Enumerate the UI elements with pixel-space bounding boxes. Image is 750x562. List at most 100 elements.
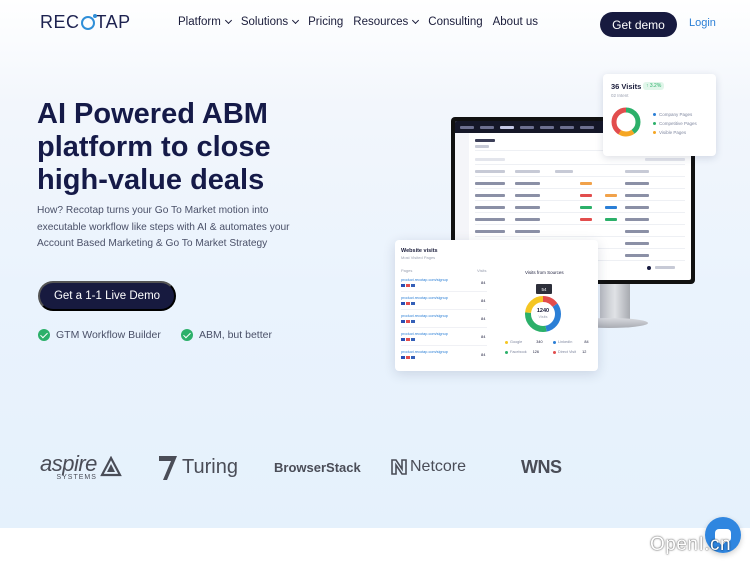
website-visits-title: Website visits: [401, 248, 438, 254]
legend-value: 340: [536, 340, 543, 344]
feature-gtm: GTM Workflow Builder: [38, 329, 161, 341]
flag-icons: [401, 302, 415, 305]
turing-seven-icon: [159, 456, 177, 480]
headline-line-2: platform to close: [37, 131, 271, 163]
page-visits: 84: [481, 352, 486, 357]
nav-item-pricing[interactable]: Pricing: [308, 16, 343, 28]
browserstack-logo: BrowserStack: [274, 450, 361, 484]
visits-donut: [611, 107, 641, 137]
legend-google: Google 340: [505, 340, 543, 344]
netcore-logo: Netcore: [390, 450, 466, 484]
nav-label: Platform: [178, 16, 221, 28]
table-row: product.recotap.com/signup 84: [401, 293, 487, 310]
feature-label: GTM Workflow Builder: [56, 329, 161, 341]
legend-facebook: Facebook 126: [505, 350, 539, 354]
legend-label: Direct Visit: [558, 350, 577, 354]
aspire-systems-logo: aspire SYSTEMS: [40, 450, 122, 484]
legend-linkedin: LinkedIn 84: [553, 340, 589, 344]
screen-row: [475, 191, 685, 201]
nav-label: Resources: [353, 16, 409, 28]
feature-abm: ABM, but better: [181, 329, 272, 341]
legend-company-pages: Company Pages: [653, 112, 692, 117]
netcore-wordmark: Netcore: [410, 458, 467, 475]
flag-icons: [401, 356, 415, 359]
legend-label: Google: [510, 340, 523, 344]
aspire-triangle-icon: [100, 456, 122, 477]
website-visits-sub: Most Visited Pages: [401, 255, 436, 260]
sources-donut: [525, 296, 561, 332]
legend-value: 12: [582, 350, 587, 354]
legend-direct-visit: Direct Visit 12: [553, 350, 586, 354]
logo-text-left: REC: [40, 12, 80, 32]
page-visits: 84: [481, 316, 486, 321]
description-line-2: executable workflow like steps with AI &…: [37, 221, 290, 233]
screen-row: [475, 167, 685, 177]
legend-label: Competitive Pages: [659, 121, 697, 126]
hero-headline: AI Powered ABM platform to close high-va…: [37, 98, 337, 197]
col-pages: Pages: [401, 268, 413, 273]
headline-line-3: high-value deals: [37, 164, 265, 196]
login-link[interactable]: Login: [689, 17, 716, 29]
legend-label: Company Pages: [659, 112, 693, 117]
nav-item-consulting[interactable]: Consulting: [428, 16, 482, 28]
wns-wordmark: WNS: [521, 456, 562, 477]
visits-sub: 02 Intent: [611, 93, 629, 98]
legend-competitive-pages: Competitive Pages: [653, 121, 697, 126]
table-row: product.recotap.com/signup 84: [401, 311, 487, 328]
table-row: product.recotap.com/signup 84: [401, 347, 487, 364]
page-url: product.recotap.com/signup: [401, 314, 448, 318]
bottom-section: [0, 528, 750, 562]
donut-label: Visits: [538, 315, 548, 319]
flag-icons: [401, 320, 415, 323]
screen-row: [475, 215, 685, 225]
col-visits: Visits: [477, 268, 487, 273]
page-visits: 84: [481, 334, 486, 339]
nav-item-resources[interactable]: Resources: [353, 16, 420, 28]
chevron-down-icon: [292, 16, 300, 25]
page-visits: 84: [481, 298, 486, 303]
nav-item-platform[interactable]: Platform: [178, 16, 232, 28]
headline-line-1: AI Powered ABM: [37, 98, 268, 130]
flag-icons: [401, 284, 415, 287]
systems-wordmark: SYSTEMS: [56, 474, 97, 481]
page-visits: 84: [481, 280, 486, 285]
website-visits-card: Website visits Most Visited Pages Pages …: [395, 240, 598, 371]
table-row: product.recotap.com/signup 84: [401, 329, 487, 346]
watermark: OpenI.cn: [650, 534, 732, 555]
get-demo-button[interactable]: Get demo: [600, 12, 677, 37]
screen-row: [475, 227, 685, 237]
nav-item-about[interactable]: About us: [493, 16, 538, 28]
table-row: product.recotap.com/signup 84: [401, 275, 487, 292]
description-line-3: Account Based Marketing & Go To Market S…: [37, 238, 268, 249]
turing-wordmark: Turing: [182, 455, 238, 478]
legend-label: LinkedIn: [558, 340, 573, 344]
nav-item-solutions[interactable]: Solutions: [240, 16, 300, 28]
recotap-logo[interactable]: REC TAP: [40, 12, 131, 33]
nav-label: About us: [492, 16, 539, 28]
check-badge-icon: [38, 329, 50, 341]
legend-label: Facebook: [510, 350, 527, 354]
live-demo-button[interactable]: Get a 1-1 Live Demo: [38, 281, 176, 311]
visits-growth-badge: ↑ 3.2%: [643, 82, 665, 90]
description-line-1: How? Recotap turns your Go To Market mot…: [37, 205, 269, 216]
top-navigation: REC TAP Platform Solutions Pricing Resou…: [0, 0, 750, 48]
screen-row: [475, 203, 685, 213]
feature-label: ABM, but better: [199, 329, 272, 341]
page-url: product.recotap.com/signup: [401, 296, 448, 300]
page-url: product.recotap.com/signup: [401, 278, 448, 282]
legend-value: 126: [532, 350, 540, 354]
legend-visible-pages: Visible Pages: [653, 130, 686, 135]
nav-label: Solutions: [240, 16, 289, 28]
hero-description: How? Recotap turns your Go To Market mot…: [37, 203, 317, 253]
logo-text-right: TAP: [95, 12, 131, 32]
netcore-n-icon: [391, 459, 407, 475]
flag-icons: [401, 338, 415, 341]
turing-logo: Turing: [158, 450, 238, 484]
donut-value: 1240: [536, 308, 550, 314]
screen-row: [475, 179, 685, 189]
screen-filter-row: [475, 155, 685, 165]
page-url: product.recotap.com/signup: [401, 350, 448, 354]
legend-label: Visible Pages: [659, 130, 687, 135]
browserstack-wordmark: BrowserStack: [274, 459, 361, 475]
chevron-down-icon: [224, 16, 232, 25]
